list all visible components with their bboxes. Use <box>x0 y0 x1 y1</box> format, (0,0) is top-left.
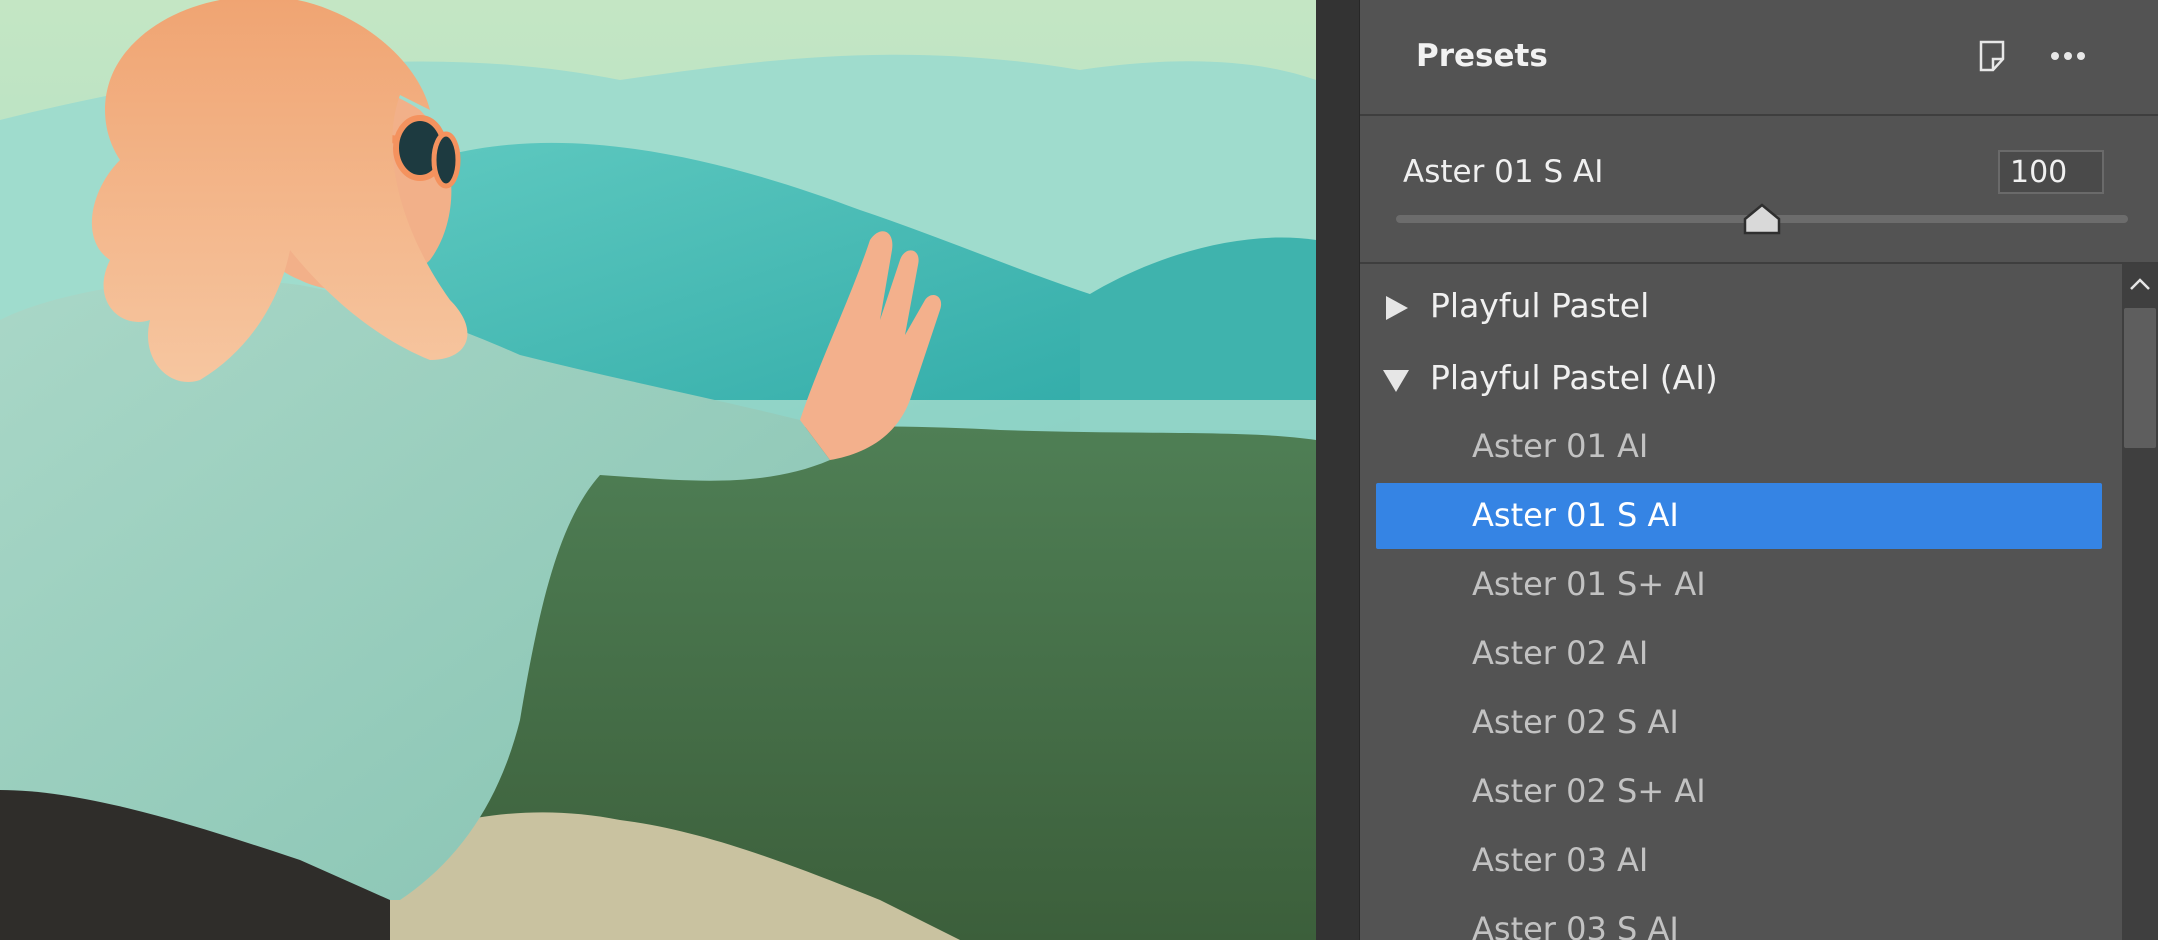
strength-value-input[interactable] <box>1998 150 2104 194</box>
preset-list-scrollbar[interactable] <box>2122 264 2158 940</box>
preset-item-label: Aster 01 S AI <box>1472 496 1679 534</box>
strength-preset-name: Aster 01 S AI <box>1403 154 1604 190</box>
group-label: Playful Pastel (AI) <box>1430 358 1718 397</box>
preset-item[interactable]: Aster 02 S+ AI <box>1376 759 2102 825</box>
preset-list: Playful Pastel Playful Pastel (AI) Aster… <box>1360 264 2122 940</box>
preset-item[interactable]: Aster 02 AI <box>1376 621 2102 687</box>
group-label: Playful Pastel <box>1430 286 1650 325</box>
presets-panel: Presets Aster 01 S AI Pla <box>1360 0 2158 940</box>
scroll-up-icon[interactable] <box>2122 264 2158 304</box>
photo-canvas[interactable] <box>0 0 1316 940</box>
expanded-arrow-icon <box>1383 370 1409 392</box>
preset-item-label: Aster 01 S+ AI <box>1472 565 1706 603</box>
preset-item[interactable]: Aster 02 S AI <box>1376 690 2102 756</box>
note-icon[interactable] <box>1972 36 2012 76</box>
collapsed-arrow-icon <box>1386 296 1408 320</box>
preset-item[interactable]: Aster 03 AI <box>1376 828 2102 894</box>
panel-header: Presets <box>1360 0 2158 116</box>
preset-item-selected[interactable]: Aster 01 S AI <box>1376 483 2102 549</box>
strength-slider-thumb[interactable] <box>1742 202 1782 236</box>
photo-image <box>0 0 1316 940</box>
panel-divider <box>1316 0 1360 940</box>
preset-item[interactable]: Aster 01 S+ AI <box>1376 552 2102 618</box>
group-row-playful-pastel[interactable]: Playful Pastel <box>1360 276 2122 336</box>
preset-item[interactable]: Aster 03 S AI <box>1376 897 2102 940</box>
preset-item-label: Aster 03 AI <box>1472 841 1649 879</box>
preset-item-label: Aster 02 S AI <box>1472 703 1679 741</box>
more-icon[interactable] <box>2048 36 2088 76</box>
scroll-thumb[interactable] <box>2124 308 2156 448</box>
preset-strength-section: Aster 01 S AI <box>1360 116 2158 264</box>
panel-title: Presets <box>1416 38 1548 74</box>
preset-item-label: Aster 03 S AI <box>1472 910 1679 940</box>
preset-item-label: Aster 01 AI <box>1472 427 1649 465</box>
preset-item-label: Aster 02 AI <box>1472 634 1649 672</box>
preset-item-label: Aster 02 S+ AI <box>1472 772 1706 810</box>
preset-item[interactable]: Aster 01 AI <box>1376 414 2102 480</box>
group-row-playful-pastel-ai[interactable]: Playful Pastel (AI) <box>1360 348 2122 408</box>
